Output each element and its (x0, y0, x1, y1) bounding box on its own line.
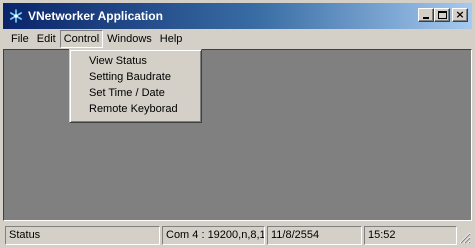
window-title: VNetworker Application (28, 9, 163, 23)
status-panel-date: 11/8/2554 (267, 226, 362, 245)
snowflake-icon[interactable] (8, 8, 24, 24)
application-window: VNetworker Application × File Edit Contr… (0, 0, 475, 248)
status-panel-time: 15:52 (364, 226, 457, 245)
menu-bar: File Edit Control Windows Help (3, 29, 472, 49)
menu-edit[interactable]: Edit (33, 30, 60, 48)
control-menu-dropdown: View Status Setting Baudrate Set Time / … (69, 49, 202, 123)
menu-item-view-status[interactable]: View Status (72, 53, 199, 69)
status-panel-port: Com 4 : 19200,n,8,1 (162, 226, 265, 245)
menu-item-set-time-date[interactable]: Set Time / Date (72, 85, 199, 101)
resize-grip-icon[interactable] (459, 232, 471, 244)
maximize-button[interactable] (434, 8, 450, 22)
menu-control[interactable]: Control (59, 30, 104, 48)
status-panel-status: Status (5, 226, 160, 245)
menu-file[interactable]: File (9, 30, 33, 48)
menu-item-remote-keyboard[interactable]: Remote Keyborad (72, 101, 199, 117)
status-bar: Status Com 4 : 19200,n,8,1 11/8/2554 15:… (3, 225, 472, 245)
window-controls: × (417, 8, 468, 22)
menu-help[interactable]: Help (156, 30, 187, 48)
close-button[interactable]: × (452, 8, 468, 22)
menu-windows[interactable]: Windows (103, 30, 156, 48)
maximize-icon (438, 11, 447, 19)
minimize-icon (423, 17, 429, 19)
minimize-button[interactable] (418, 8, 434, 22)
title-bar[interactable]: VNetworker Application × (3, 3, 472, 29)
menu-item-setting-baudrate[interactable]: Setting Baudrate (72, 69, 199, 85)
close-icon: × (455, 8, 465, 21)
